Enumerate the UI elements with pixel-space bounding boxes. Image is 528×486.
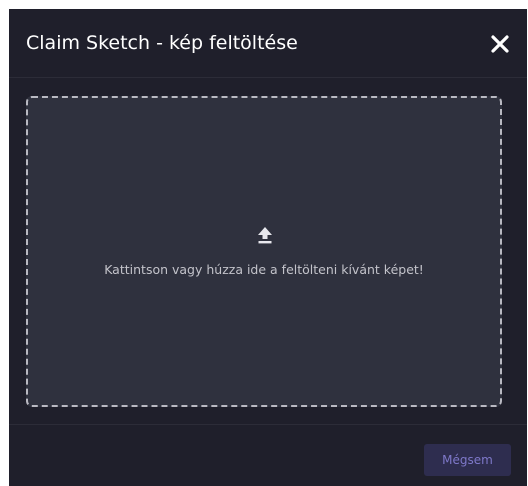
- upload-icon: [258, 227, 272, 244]
- close-button[interactable]: [488, 32, 512, 56]
- dialog-title: Claim Sketch - kép feltöltése: [26, 32, 298, 54]
- cancel-button[interactable]: Mégsem: [424, 444, 511, 476]
- upload-dialog: Claim Sketch - kép feltöltése Kattintson…: [9, 9, 527, 486]
- dialog-footer: Mégsem: [9, 424, 527, 486]
- dialog-header: Claim Sketch - kép feltöltése: [9, 9, 527, 78]
- dropzone-instructions: Kattintson vagy húzza ide a feltölteni k…: [104, 262, 424, 277]
- dialog-body: Kattintson vagy húzza ide a feltölteni k…: [9, 78, 527, 424]
- upload-dropzone[interactable]: Kattintson vagy húzza ide a feltölteni k…: [26, 96, 502, 407]
- close-icon: [491, 35, 509, 53]
